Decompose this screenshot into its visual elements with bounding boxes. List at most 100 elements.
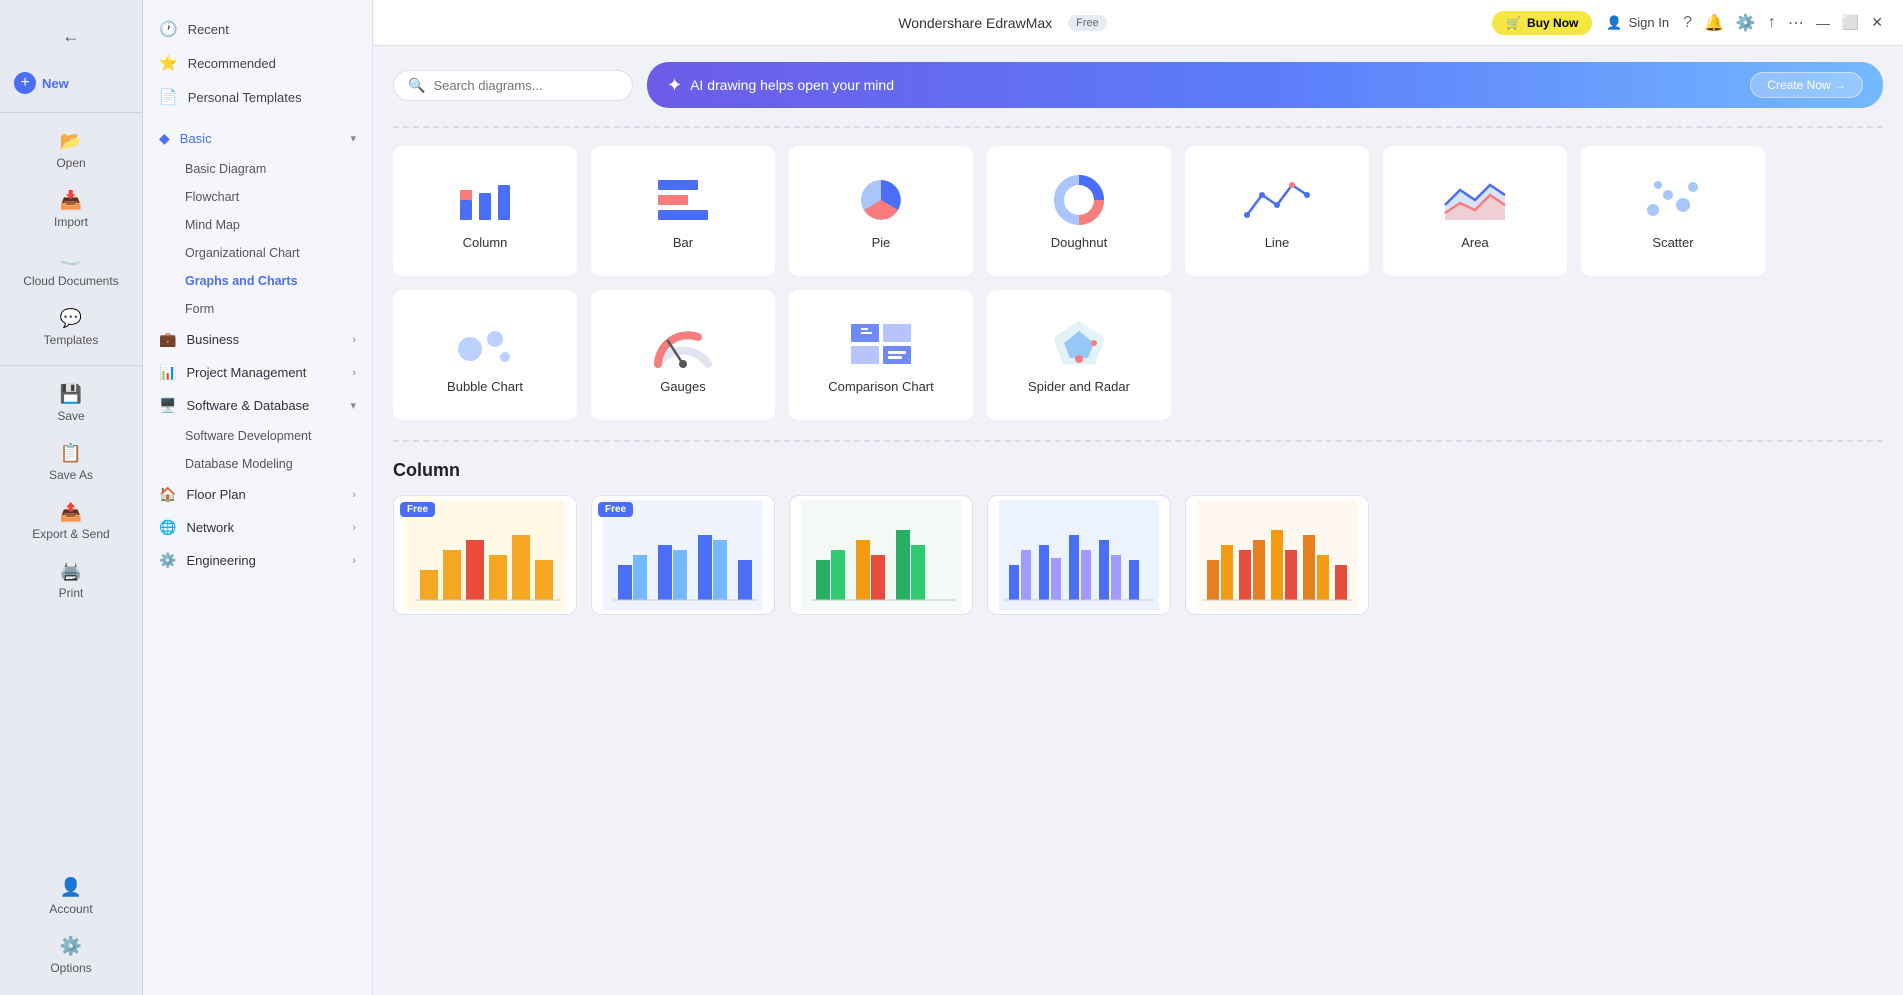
- chart-type-bubble[interactable]: Bubble Chart: [393, 290, 577, 420]
- chart-type-column[interactable]: Column: [393, 146, 577, 276]
- sign-in-button[interactable]: 👤 Sign In: [1606, 15, 1669, 31]
- chart-type-spider[interactable]: Spider and Radar: [987, 290, 1171, 420]
- spider-chart-icon: [1044, 316, 1114, 371]
- area-chart-icon: [1440, 172, 1510, 227]
- sidebar-item-options[interactable]: ⚙️ Options: [0, 926, 143, 985]
- sub-mind-map[interactable]: Mind Map: [143, 211, 372, 239]
- doughnut-chart-icon: [1044, 172, 1114, 227]
- import-label: Import: [54, 215, 88, 229]
- project-arrow: ›: [352, 367, 356, 379]
- chart-type-pie[interactable]: Pie: [789, 146, 973, 276]
- category-business[interactable]: 💼 Business ›: [143, 323, 372, 356]
- create-now-button[interactable]: Create Now →: [1750, 72, 1863, 98]
- sidebar-narrow: ← + New 📂 Open 📥 Import ☁️ Cloud Documen…: [0, 0, 143, 995]
- org-chart-label: Organizational Chart: [185, 246, 300, 260]
- sub-sw-dev[interactable]: Software Development: [143, 422, 372, 450]
- search-input[interactable]: [433, 78, 618, 93]
- template-preview-4: [988, 496, 1170, 614]
- network-icon: 🌐: [159, 519, 176, 536]
- template-card-2[interactable]: Free: [591, 495, 775, 615]
- sidebar-item-templates[interactable]: 💬 Templates: [0, 298, 143, 357]
- chart-type-scatter[interactable]: Scatter: [1581, 146, 1765, 276]
- engineering-label: Engineering: [186, 553, 255, 568]
- category-network[interactable]: 🌐 Network ›: [143, 511, 372, 544]
- minimize-button[interactable]: —: [1816, 15, 1830, 31]
- back-button[interactable]: ←: [53, 18, 89, 54]
- category-software-db[interactable]: 🖥️ Software & Database ▾: [143, 389, 372, 422]
- gauges-label: Gauges: [660, 379, 706, 394]
- recent-icon: 🕐: [159, 20, 178, 38]
- new-button[interactable]: + New: [0, 62, 142, 104]
- basic-icon: ◆: [159, 130, 170, 147]
- sidebar-item-save-as[interactable]: 📋 Save As: [0, 433, 143, 492]
- category-engineering[interactable]: ⚙️ Engineering ›: [143, 544, 372, 577]
- sidebar-item-save[interactable]: 💾 Save: [0, 374, 143, 433]
- sub-graphs-charts[interactable]: Graphs and Charts: [143, 267, 372, 295]
- sidebar-item-recent[interactable]: 🕐 Recent: [143, 12, 372, 46]
- help-icon[interactable]: ?: [1683, 14, 1692, 32]
- chart-type-bar[interactable]: Bar: [591, 146, 775, 276]
- sidebar-item-open[interactable]: 📂 Open: [0, 121, 143, 180]
- chart-type-area[interactable]: Area: [1383, 146, 1567, 276]
- buy-now-button[interactable]: 🛒 Buy Now: [1492, 11, 1592, 35]
- category-project[interactable]: 📊 Project Management ›: [143, 356, 372, 389]
- line-label: Line: [1265, 235, 1290, 250]
- mind-map-label: Mind Map: [185, 218, 240, 232]
- category-floor-plan[interactable]: 🏠 Floor Plan ›: [143, 478, 372, 511]
- chart-type-gauges[interactable]: Gauges: [591, 290, 775, 420]
- options-icon: ⚙️: [60, 936, 82, 957]
- sub-form[interactable]: Form: [143, 295, 372, 323]
- sub-org-chart[interactable]: Organizational Chart: [143, 239, 372, 267]
- ai-text: AI drawing helps open your mind: [690, 77, 894, 93]
- bubble-chart-icon: [450, 316, 520, 371]
- scatter-label: Scatter: [1652, 235, 1693, 250]
- search-icon: 🔍: [408, 77, 425, 94]
- sub-basic-diagram[interactable]: Basic Diagram: [143, 155, 372, 183]
- floor-plan-icon: 🏠: [159, 486, 176, 503]
- chart-type-doughnut[interactable]: Doughnut: [987, 146, 1171, 276]
- template-card-5[interactable]: [1185, 495, 1369, 615]
- search-box[interactable]: 🔍: [393, 70, 633, 101]
- app-title: Wondershare EdrawMax: [898, 15, 1052, 31]
- sidebar-wide: 🕐 Recent ⭐ Recommended 📄 Personal Templa…: [143, 0, 373, 995]
- free-tag-2: Free: [598, 502, 633, 517]
- template-card-3[interactable]: [789, 495, 973, 615]
- sub-flowchart[interactable]: Flowchart: [143, 183, 372, 211]
- basic-arrow: ▾: [350, 132, 356, 145]
- title-right: 🛒 Buy Now 👤 Sign In ? 🔔 ⚙️ ↑ ⋯ — ⬜ ✕: [1492, 11, 1883, 35]
- template-card-4[interactable]: [987, 495, 1171, 615]
- business-icon: 💼: [159, 331, 176, 348]
- save-as-icon: 📋: [60, 443, 82, 464]
- area-label: Area: [1461, 235, 1488, 250]
- template-preview-5: [1186, 496, 1368, 614]
- maximize-button[interactable]: ⬜: [1842, 14, 1859, 31]
- template-card-1[interactable]: Free: [393, 495, 577, 615]
- sidebar-item-cloud[interactable]: ☁️ Cloud Documents: [0, 239, 143, 298]
- sidebar-divider-1: [0, 112, 142, 113]
- sidebar-item-recommended[interactable]: ⭐ Recommended: [143, 46, 372, 80]
- account-label: Account: [49, 902, 92, 916]
- bubble-label: Bubble Chart: [447, 379, 523, 394]
- share-icon[interactable]: ↑: [1768, 14, 1776, 32]
- sidebar-item-print[interactable]: 🖨️ Print: [0, 551, 143, 610]
- chart-type-grid: Column Bar: [393, 146, 1883, 420]
- chart-type-line[interactable]: Line: [1185, 146, 1369, 276]
- save-icon: 💾: [60, 384, 82, 405]
- sub-db-model[interactable]: Database Modeling: [143, 450, 372, 478]
- notification-icon[interactable]: 🔔: [1704, 13, 1724, 33]
- new-plus-icon: +: [14, 72, 36, 94]
- sidebar-item-personal[interactable]: 📄 Personal Templates: [143, 80, 372, 114]
- business-arrow: ›: [352, 334, 356, 346]
- sidebar-item-import[interactable]: 📥 Import: [0, 180, 143, 239]
- category-basic[interactable]: ◆ Basic ▾: [143, 122, 372, 155]
- new-label: New: [42, 76, 69, 91]
- sidebar-item-export[interactable]: 📤 Export & Send: [0, 492, 143, 551]
- settings-icon[interactable]: ⚙️: [1736, 13, 1756, 33]
- template-preview-3: [790, 496, 972, 614]
- chart-type-comparison[interactable]: Comparison Chart: [789, 290, 973, 420]
- cart-icon: 🛒: [1506, 16, 1521, 30]
- network-label: Network: [186, 520, 234, 535]
- close-button[interactable]: ✕: [1871, 14, 1883, 31]
- sidebar-item-account[interactable]: 👤 Account: [0, 867, 143, 926]
- more-icon[interactable]: ⋯: [1788, 13, 1804, 33]
